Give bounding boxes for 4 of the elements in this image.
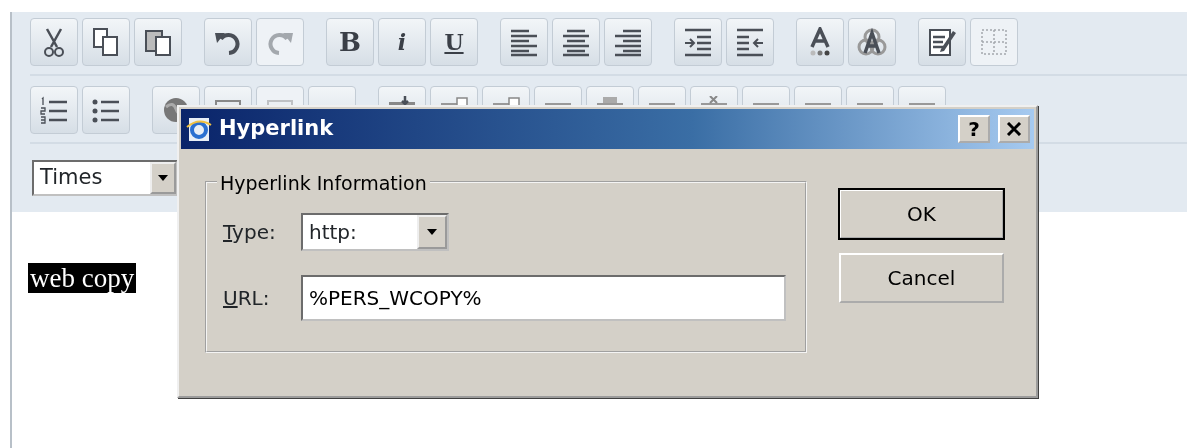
field-label: URL: [223, 285, 271, 312]
field-label: Type: [223, 219, 277, 246]
selected-text: web copy [28, 263, 137, 293]
dialog-title: Hyperlink [219, 115, 334, 143]
